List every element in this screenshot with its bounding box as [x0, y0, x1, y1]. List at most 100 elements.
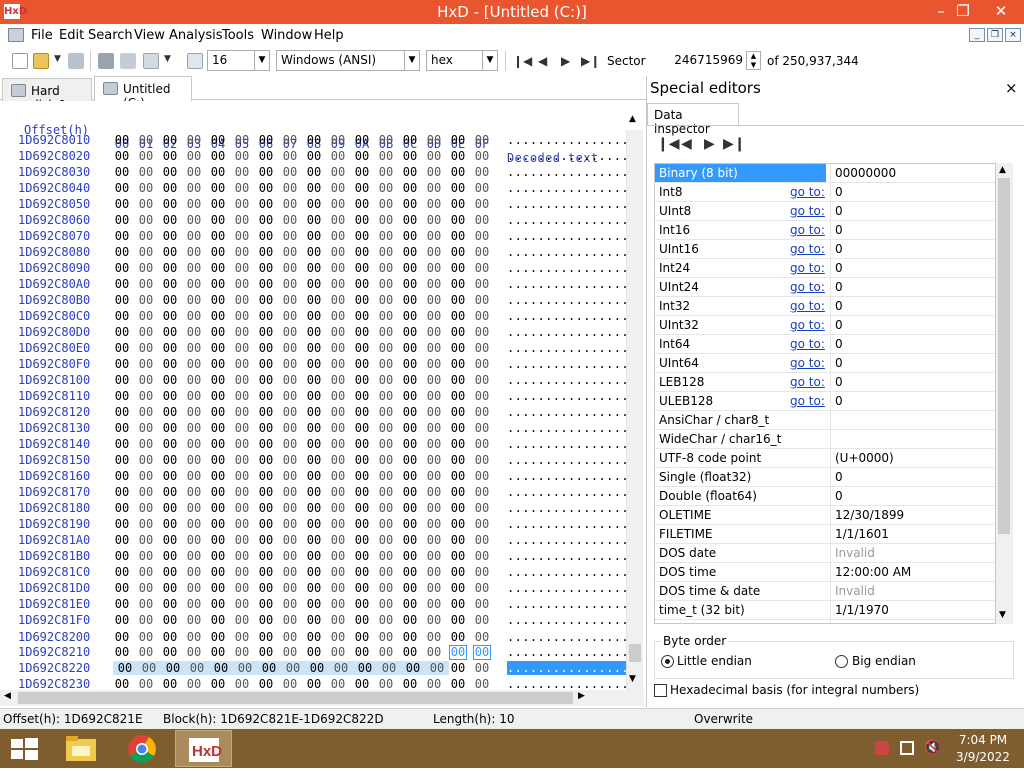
hex-byte[interactable]: 00	[113, 341, 131, 355]
hex-byte[interactable]: 00	[209, 421, 227, 435]
hex-byte[interactable]: 00	[401, 501, 419, 515]
hex-byte[interactable]: 00	[137, 645, 155, 659]
hex-byte[interactable]: 00	[425, 485, 443, 499]
hex-byte[interactable]: 00	[137, 581, 155, 595]
menu-tools[interactable]: Tools	[222, 28, 254, 43]
hex-byte[interactable]: 00	[377, 341, 395, 355]
hex-byte[interactable]: 00	[401, 229, 419, 243]
hex-byte[interactable]: 00	[233, 533, 251, 547]
hex-byte[interactable]: 00	[353, 630, 371, 644]
hex-byte[interactable]: 00	[233, 293, 251, 307]
hex-byte[interactable]: 00	[449, 293, 467, 307]
hex-byte[interactable]: 00	[257, 133, 275, 147]
hex-byte[interactable]: 00	[353, 325, 371, 339]
hex-byte[interactable]: 00	[425, 437, 443, 451]
hex-byte[interactable]: 00	[425, 309, 443, 323]
scroll-down-icon[interactable]: ▼	[999, 610, 1006, 620]
menu-file[interactable]: File	[31, 28, 53, 43]
hex-byte[interactable]: 00	[161, 597, 179, 611]
inspector-value[interactable]: 0	[830, 240, 995, 258]
hex-byte[interactable]: 00	[113, 277, 131, 291]
hex-byte[interactable]: 00	[401, 597, 419, 611]
menu-analysis[interactable]: Analysis	[169, 28, 223, 43]
hex-byte[interactable]: 00	[305, 389, 323, 403]
hex-byte[interactable]: 00	[473, 421, 491, 435]
hex-byte[interactable]: 00	[401, 277, 419, 291]
hex-byte[interactable]: 00	[209, 661, 233, 675]
hex-byte[interactable]: 00	[257, 581, 275, 595]
decoded-text[interactable]: ................	[507, 677, 629, 691]
hex-byte[interactable]: 00	[329, 309, 347, 323]
decoded-text[interactable]: ................	[507, 341, 629, 355]
chevron-down-icon[interactable]: ▼	[404, 51, 419, 70]
hex-byte[interactable]: 00	[305, 181, 323, 195]
hex-byte[interactable]: 00	[353, 581, 371, 595]
inspector-row[interactable]: Int24 go to: 0	[655, 259, 995, 278]
inspector-row[interactable]: DOS time 12:00:00 AM	[655, 563, 995, 582]
hex-byte[interactable]: 00	[305, 533, 323, 547]
hex-byte[interactable]: 00	[281, 630, 299, 644]
hex-byte[interactable]: 00	[281, 213, 299, 227]
hex-byte[interactable]: 00	[401, 325, 419, 339]
hex-byte[interactable]: 00	[161, 197, 179, 211]
hex-byte[interactable]: 00	[305, 197, 323, 211]
taskbar-file-explorer[interactable]	[53, 730, 110, 767]
hex-byte[interactable]: 00	[161, 661, 185, 675]
hex-byte[interactable]: 00	[449, 485, 467, 499]
decoded-text[interactable]: ................	[507, 613, 629, 627]
hex-byte[interactable]: 00	[185, 645, 203, 659]
hex-byte[interactable]: 00	[257, 421, 275, 435]
hex-byte[interactable]: 00	[209, 325, 227, 339]
hex-byte[interactable]: 00	[233, 661, 257, 675]
hex-byte[interactable]: 00	[449, 581, 467, 595]
hex-byte[interactable]: 00	[425, 661, 449, 675]
hex-byte[interactable]: 00	[353, 421, 371, 435]
hex-byte[interactable]: 00	[377, 613, 395, 627]
open-dropdown-icon[interactable]: ▼	[54, 54, 61, 64]
inspector-scrollbar[interactable]: ▲ ▼	[996, 163, 1013, 624]
hex-byte[interactable]: 00	[401, 181, 419, 195]
hex-byte[interactable]: 00	[137, 277, 155, 291]
decoded-text[interactable]: ................	[507, 229, 629, 243]
hex-byte[interactable]: 00	[209, 229, 227, 243]
hex-byte[interactable]: 00	[185, 661, 209, 675]
hex-byte[interactable]: 00	[329, 630, 347, 644]
hex-byte[interactable]: 00	[113, 469, 131, 483]
decoded-text[interactable]: ................	[507, 501, 629, 515]
hex-byte[interactable]: 00	[401, 389, 419, 403]
hex-byte[interactable]: 00	[329, 133, 347, 147]
inspector-row[interactable]: UInt24 go to: 0	[655, 278, 995, 297]
hex-byte[interactable]: 00	[401, 245, 419, 259]
go-to-link[interactable]: go to:	[790, 183, 825, 201]
hex-byte[interactable]: 00	[233, 485, 251, 499]
hex-byte[interactable]: 00	[401, 213, 419, 227]
tab-untitled-c[interactable]: Untitled (C:)	[94, 76, 192, 110]
hex-byte[interactable]: 00	[353, 261, 371, 275]
inspector-row[interactable]: UInt8 go to: 0	[655, 202, 995, 221]
inspector-row[interactable]: Int8 go to: 0	[655, 183, 995, 202]
hex-byte[interactable]: 00	[401, 293, 419, 307]
hex-byte[interactable]: 00	[401, 133, 419, 147]
inspector-value[interactable]: 0	[830, 278, 995, 296]
hex-byte[interactable]: 00	[185, 565, 203, 579]
hex-byte[interactable]: 00	[377, 261, 395, 275]
hex-byte[interactable]: 00	[473, 645, 491, 660]
hex-byte[interactable]: 00	[281, 293, 299, 307]
hex-byte[interactable]: 00	[257, 565, 275, 579]
hex-byte[interactable]: 00	[377, 133, 395, 147]
hex-byte[interactable]: 00	[185, 181, 203, 195]
hex-byte[interactable]: 00	[353, 645, 371, 659]
hex-byte[interactable]: 00	[257, 485, 275, 499]
hex-byte[interactable]: 00	[449, 373, 467, 387]
hex-byte[interactable]: 00	[473, 357, 491, 371]
inspector-value[interactable]: 0	[830, 354, 995, 372]
inspector-value[interactable]: 0	[830, 487, 995, 505]
inspector-value[interactable]: 00000000	[830, 164, 995, 182]
hex-byte[interactable]: 00	[209, 309, 227, 323]
hex-byte[interactable]: 00	[353, 565, 371, 579]
hex-byte[interactable]: 00	[185, 501, 203, 515]
hex-byte[interactable]: 00	[353, 197, 371, 211]
hex-byte[interactable]: 00	[281, 133, 299, 147]
hex-byte[interactable]: 00	[161, 261, 179, 275]
first-icon[interactable]: ❙◀	[657, 136, 680, 152]
